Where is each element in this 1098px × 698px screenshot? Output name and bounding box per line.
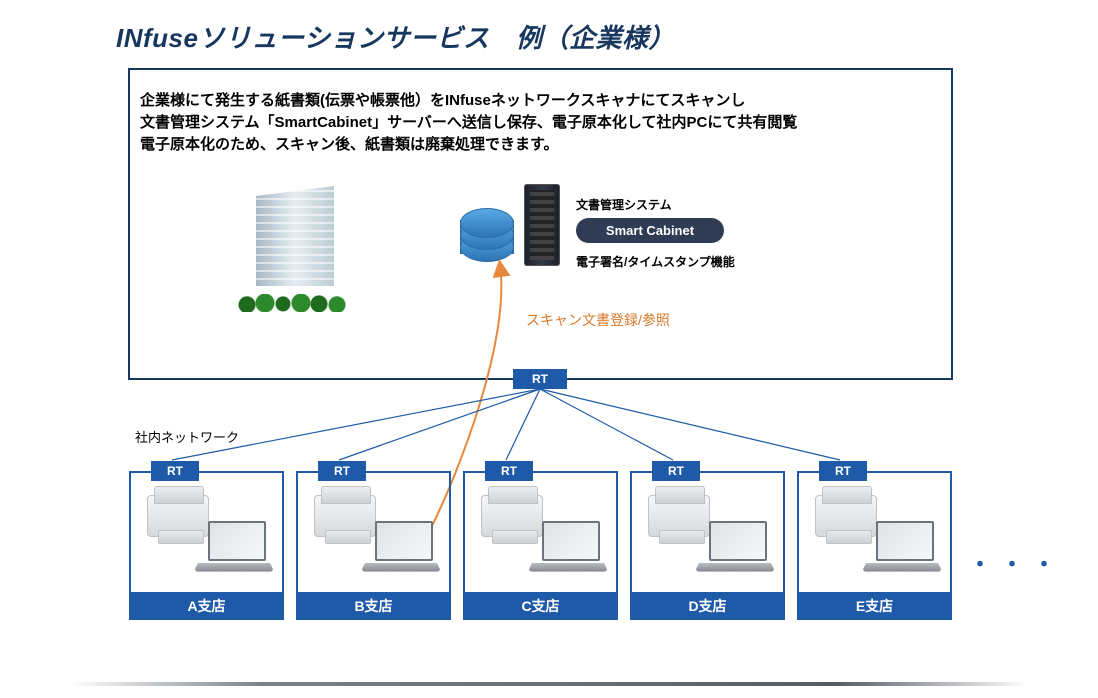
branch-name-d: D支店 [630, 592, 785, 620]
branch-name-a: A支店 [129, 592, 284, 620]
branch-name-c: C支店 [463, 592, 618, 620]
laptop-icon [699, 521, 771, 573]
laptop-icon [866, 521, 938, 573]
smart-cabinet-badge: Smart Cabinet [576, 218, 724, 243]
description-text: 企業様にて発生する紙書類(伝票や帳票他）をINfuseネットワークスキャナにてス… [140, 90, 940, 155]
router-branch-d: RT [652, 461, 700, 481]
router-branch-b: RT [318, 461, 366, 481]
laptop-icon [198, 521, 270, 573]
branch-name-e: E支店 [797, 592, 952, 620]
branch-box-e: RT E支店 [797, 471, 952, 620]
router-main: RT [513, 369, 567, 389]
signature-label: 電子署名/タイムスタンプ機能 [576, 253, 735, 270]
branch-box-a: RT A支店 [129, 471, 284, 620]
router-branch-e: RT [819, 461, 867, 481]
router-branch-c: RT [485, 461, 533, 481]
description-line-2: 文書管理システム「SmartCabinet」サーバーへ送信し保存、電子原本化して… [140, 114, 797, 131]
branch-box-d: RT D支店 [630, 471, 785, 620]
internal-network-label: 社内ネットワーク [135, 427, 239, 446]
branch-name-b: B支店 [296, 592, 451, 620]
diagram-canvas: INfuseソリューションサービス 例（企業様） 企業様にて発生する紙書類(伝票… [0, 0, 1098, 698]
server-rack-icon [524, 184, 560, 266]
description-line-1: 企業様にて発生する紙書類(伝票や帳票他）をINfuseネットワークスキャナにてス… [140, 92, 745, 109]
footer-divider [70, 682, 1028, 686]
database-icon [460, 206, 512, 262]
branch-box-b: RT B支店 [296, 471, 451, 620]
laptop-icon [365, 521, 437, 573]
laptop-icon [532, 521, 604, 573]
scan-arrow-label: スキャン文書登録/参照 [526, 310, 670, 330]
description-line-3: 電子原本化のため、スキャン後、紙書類は廃棄処理できます。 [140, 136, 559, 153]
ellipsis-dots: ・・・ [969, 547, 1065, 579]
branch-box-c: RT C支店 [463, 471, 618, 620]
page-title: INfuseソリューションサービス 例（企業様） [116, 18, 675, 55]
building-icon [245, 186, 345, 306]
dms-label: 文書管理システム [576, 196, 672, 213]
router-branch-a: RT [151, 461, 199, 481]
